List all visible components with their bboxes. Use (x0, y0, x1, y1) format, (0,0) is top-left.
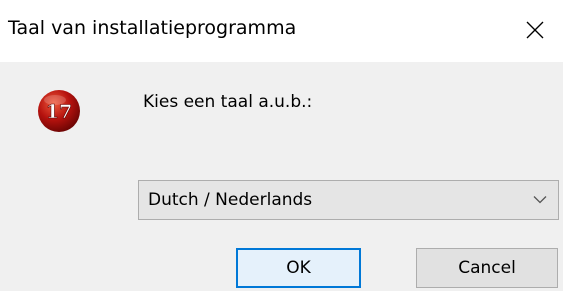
title-bar: Taal van installatieprogramma (0, 0, 563, 62)
app-logo-icon: 17 (38, 90, 80, 132)
language-select-value: Dutch / Nederlands (148, 190, 313, 210)
ok-button[interactable]: OK (236, 248, 361, 288)
close-button[interactable] (507, 0, 563, 62)
chevron-down-icon (533, 196, 547, 204)
close-icon (526, 21, 544, 39)
language-prompt-label: Kies een taal a.u.b.: (143, 92, 313, 112)
logo-text: 17 (46, 101, 72, 123)
cancel-button[interactable]: Cancel (416, 248, 558, 288)
window-title: Taal van installatieprogramma (8, 17, 297, 39)
language-select[interactable]: Dutch / Nederlands (138, 180, 559, 220)
installer-language-dialog: Taal van installatieprogramma 17 Kies ee… (0, 0, 563, 291)
